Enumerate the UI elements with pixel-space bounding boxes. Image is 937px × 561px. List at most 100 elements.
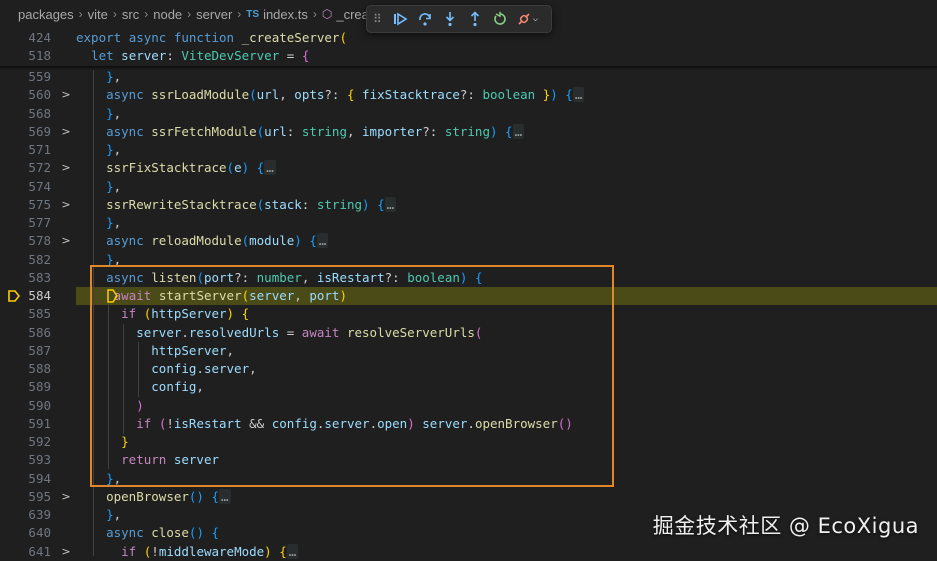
fold-chevron-icon[interactable]: >: [60, 543, 72, 561]
code-token: isRestart: [173, 415, 242, 431]
folded-region-ellipsis[interactable]: …: [219, 488, 231, 504]
code-token: {: [565, 87, 573, 103]
code-token: server: [136, 324, 182, 340]
line-number: 588: [28, 361, 51, 376]
breadcrumb-item[interactable]: server: [196, 7, 232, 22]
code-token: async: [106, 269, 144, 285]
drag-handle-icon[interactable]: ⠿: [373, 12, 387, 26]
code-line[interactable]: 568 },: [0, 105, 937, 123]
fold-chevron-icon[interactable]: >: [60, 123, 72, 141]
code-token: }: [106, 142, 114, 157]
step-out-button[interactable]: [462, 8, 487, 30]
code-token: string: [444, 123, 490, 139]
debug-current-line-icon[interactable]: [8, 290, 20, 302]
code-token: port: [309, 288, 340, 303]
code-line[interactable]: 569 > async ssrFetchModule(url: string, i…: [0, 123, 937, 141]
folded-region-ellipsis[interactable]: …: [286, 543, 299, 559]
code-token: :: [286, 123, 302, 139]
code-line[interactable]: 590 ): [0, 397, 937, 415]
code-token: }: [106, 215, 114, 230]
step-out-icon: [470, 11, 479, 27]
code-line[interactable]: 575 > ssrRewriteStacktrace(stack: string)…: [0, 196, 937, 214]
code-text: async close() {: [76, 524, 219, 542]
code-line[interactable]: 589 config,: [0, 378, 937, 396]
folded-region-ellipsis[interactable]: …: [384, 196, 397, 212]
step-into-button[interactable]: [437, 8, 462, 30]
folded-region-ellipsis[interactable]: …: [316, 233, 329, 249]
code-line[interactable]: 577 },: [0, 214, 937, 232]
line-number: 560: [28, 87, 51, 103]
breadcrumb-file[interactable]: index.ts: [263, 7, 308, 22]
fold-chevron-icon[interactable]: >: [60, 232, 72, 250]
code-token: =: [279, 324, 302, 340]
fold-chevron-icon[interactable]: >: [60, 159, 72, 177]
code-text: if (httpServer) {: [76, 305, 249, 323]
code-line[interactable]: 585 if (httpServer) {: [0, 305, 937, 323]
code-token: ssrRewriteStacktrace: [106, 196, 257, 212]
disconnect-button[interactable]: ⌵: [512, 8, 542, 30]
code-token: .: [467, 415, 475, 431]
line-number: 578: [28, 233, 51, 249]
code-token: }: [106, 507, 114, 522]
fold-chevron-icon[interactable]: >: [60, 196, 72, 214]
line-number: 571: [28, 142, 51, 157]
breadcrumb-symbol[interactable]: _crea: [336, 7, 369, 22]
code-text: openBrowser() {…: [76, 488, 231, 506]
folded-region-ellipsis[interactable]: …: [572, 87, 585, 103]
step-over-button[interactable]: [412, 8, 437, 30]
code-token: (: [241, 288, 250, 303]
breadcrumb-item[interactable]: packages: [18, 7, 74, 22]
folded-region-ellipsis[interactable]: …: [264, 160, 276, 176]
sticky-line[interactable]: 518 let server: ViteDevServer = {: [0, 47, 937, 65]
code-line[interactable]: 560 > async ssrLoadModule(url, opts?: { f…: [0, 86, 937, 104]
fold-chevron-icon[interactable]: >: [60, 488, 72, 506]
continue-button[interactable]: [387, 8, 412, 30]
code-line[interactable]: 574 },: [0, 178, 937, 196]
continue-icon: [393, 12, 408, 26]
code-line[interactable]: 587 httpServer,: [0, 342, 937, 360]
code-line[interactable]: 592 }: [0, 433, 937, 451]
code-line[interactable]: 584 await startServer(server, port): [0, 287, 937, 305]
code-text: config.server,: [76, 360, 256, 378]
code-token: if: [121, 306, 137, 322]
code-line[interactable]: 582 },: [0, 251, 937, 269]
restart-button[interactable]: [487, 8, 512, 30]
breadcrumb-item[interactable]: vite: [88, 7, 108, 22]
code-line[interactable]: 571 },: [0, 141, 937, 159]
code-line[interactable]: 586 server.resolvedUrls = await resolveS…: [0, 324, 937, 342]
code-token: ?:: [384, 269, 408, 285]
code-token: await: [301, 324, 340, 340]
breadcrumb-item[interactable]: src: [122, 7, 139, 22]
code-line[interactable]: 594 },: [0, 470, 937, 488]
code-line[interactable]: 595 > openBrowser() {…: [0, 488, 937, 506]
code-token: config: [271, 415, 317, 431]
step-over-icon: [418, 13, 431, 26]
code-line[interactable]: 572 > ssrFixStacktrace(e) {…: [0, 159, 937, 177]
breadcrumb-item[interactable]: node: [153, 7, 182, 22]
code-token: e: [234, 160, 242, 176]
code-text: return server: [76, 451, 219, 469]
chevron-right-icon: ›: [112, 7, 117, 21]
fold-chevron-icon[interactable]: >: [60, 86, 72, 104]
folded-region-ellipsis[interactable]: …: [512, 123, 525, 139]
chevron-right-icon: ›: [78, 7, 83, 21]
code-line[interactable]: 559 },: [0, 68, 937, 86]
code-token: ): [294, 233, 302, 249]
code-line[interactable]: 591 if (!isRestart && config.server.open…: [0, 415, 937, 433]
code-line[interactable]: 578 > async reloadModule(module) {…: [0, 232, 937, 250]
code-line[interactable]: 588 config.server,: [0, 360, 937, 378]
code-token: export: [76, 30, 122, 45]
code-line[interactable]: 593 return server: [0, 451, 937, 469]
code-line[interactable]: 583 async listen(port?: number, isRestar…: [0, 269, 937, 287]
restart-icon: [493, 11, 506, 25]
code-token: :: [301, 196, 317, 212]
code-line[interactable]: 641 > if (!middlewareMode) {…: [0, 543, 937, 561]
